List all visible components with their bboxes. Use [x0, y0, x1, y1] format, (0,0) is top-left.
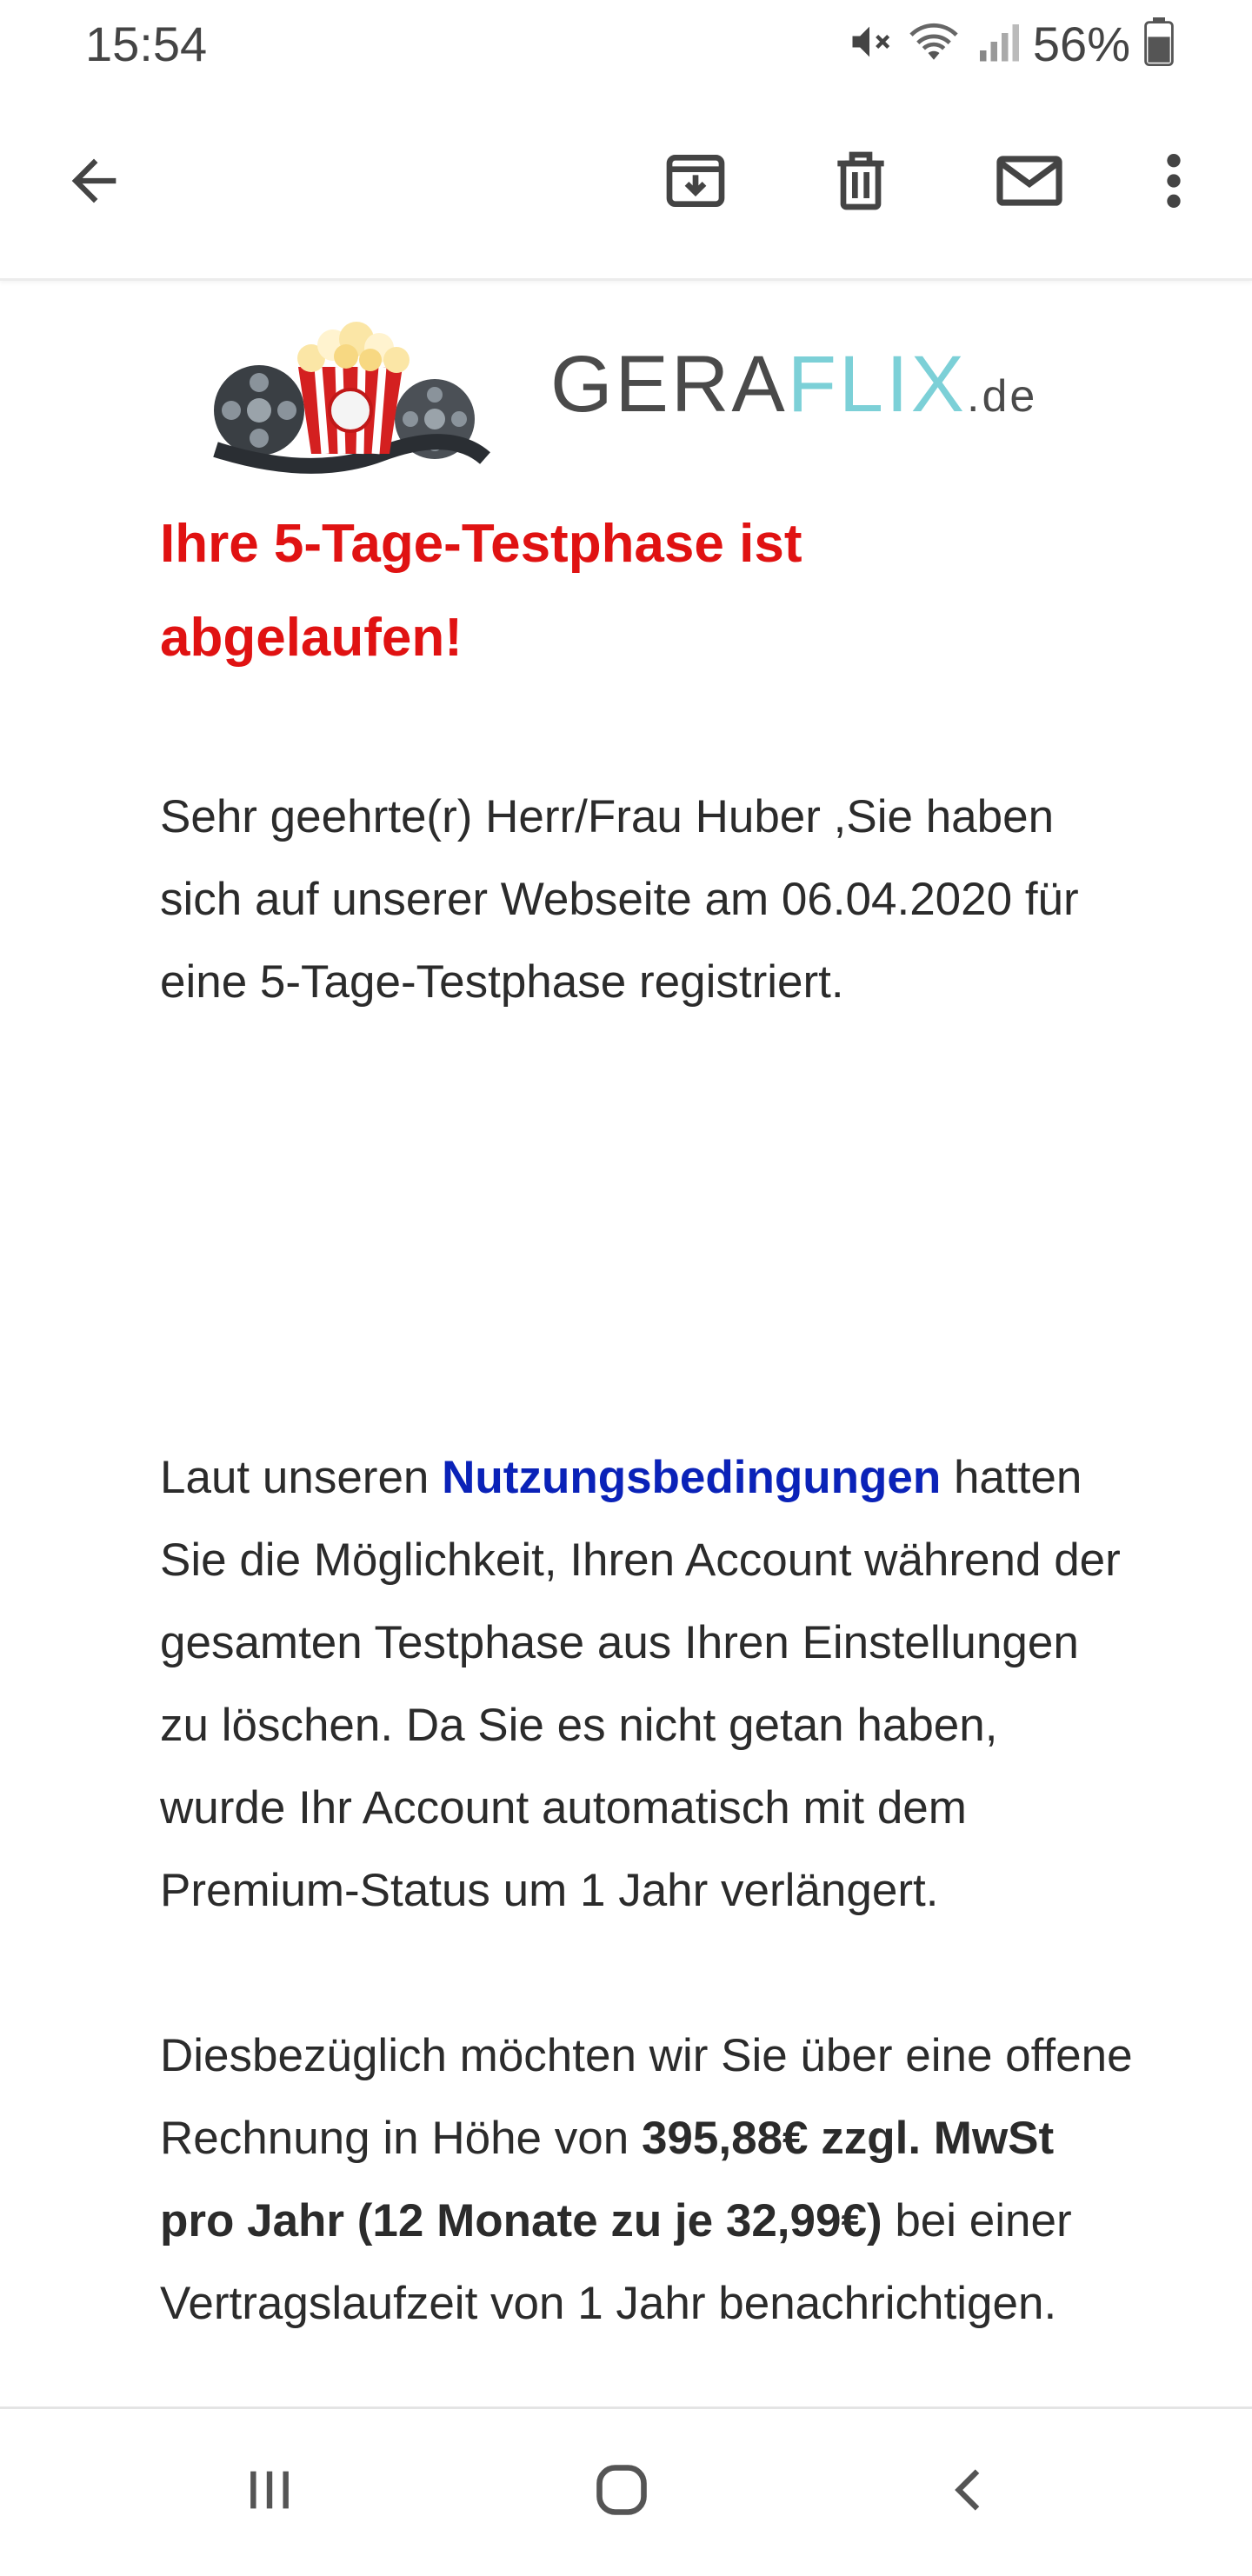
navigation-bar [0, 2406, 1252, 2576]
more-options-icon [1156, 146, 1191, 220]
status-icons: 56% [847, 16, 1174, 72]
signal-icon [976, 19, 1019, 69]
delete-button[interactable] [817, 139, 904, 226]
back-arrow-icon [61, 148, 127, 218]
paragraph-invoice: Diesbezüglich möchten wir Sie über eine … [160, 2014, 1134, 2345]
more-options-button[interactable] [1130, 139, 1217, 226]
logo-wordmark: GERAFLIX.de [550, 339, 1037, 430]
terms-link[interactable]: Nutzungsbedingungen [442, 1452, 941, 1503]
paragraph-terms: Laut unseren Nutzungsbedingungen hatten … [160, 1436, 1134, 1932]
mark-unread-button[interactable] [986, 139, 1073, 226]
delete-icon [826, 146, 896, 220]
recent-apps-icon [242, 2462, 297, 2522]
battery-icon [1144, 17, 1174, 70]
geraflix-logo: GERAFLIX.de [207, 306, 1035, 480]
logo-part-tld: .de [967, 371, 1038, 422]
logo-part-flix: FLIX [787, 340, 968, 429]
paragraph-registration: Sehr geehrte(r) Herr/Frau Huber ,Sie hab… [160, 791, 1079, 1008]
email-toolbar [0, 87, 1252, 281]
logo-part-gera: GERA [550, 340, 788, 429]
archive-icon [661, 146, 730, 220]
status-time: 15:54 [85, 17, 208, 71]
email-body: GERAFLIX.de Ihre 5-Tage-Testphase ist ab… [0, 280, 1252, 2406]
wifi-icon [906, 19, 962, 69]
system-back-button[interactable] [909, 2444, 1031, 2539]
mark-unread-icon [992, 143, 1067, 223]
mute-icon [847, 19, 892, 69]
popcorn-film-icon [213, 322, 490, 474]
back-icon [942, 2462, 998, 2522]
terms-text-before: Laut unseren [160, 1452, 443, 1503]
back-button[interactable] [50, 139, 137, 226]
home-button[interactable] [561, 2444, 683, 2539]
email-headline: Ihre 5-Tage-Testphase ist abgelaufen! [160, 514, 802, 668]
recent-apps-button[interactable] [209, 2444, 330, 2539]
archive-button[interactable] [652, 139, 739, 226]
battery-percent: 56% [1032, 17, 1130, 71]
terms-text-after: hatten Sie die Möglichkeit, Ihren Accoun… [160, 1452, 1121, 1916]
home-icon [590, 2459, 653, 2526]
status-bar: 15:54 56% [0, 0, 1252, 87]
